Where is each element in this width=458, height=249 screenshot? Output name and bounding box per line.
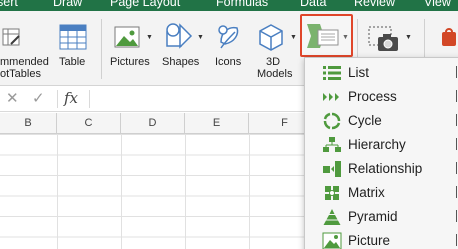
menu-item-label: Relationship <box>348 161 423 176</box>
column-header-e[interactable]: E <box>185 113 249 134</box>
pictures-label: Pictures <box>110 56 150 68</box>
screenshot-camera-icon <box>368 26 398 51</box>
relationship-icon <box>323 161 341 177</box>
hierarchy-icon <box>323 137 341 152</box>
menu-item-label: Hierarchy <box>348 137 406 152</box>
menu-item-pyramid[interactable]: Pyramid <box>305 205 458 229</box>
list-icon <box>323 66 341 80</box>
ribbon-tab-bar: sert Draw Page Layout Formulas Data Revi… <box>0 0 458 11</box>
icons-icon <box>218 25 239 49</box>
tab-data[interactable]: Data <box>300 0 326 9</box>
menu-item-cycle[interactable]: Cycle <box>305 109 458 133</box>
formula-bar-divider <box>57 90 58 108</box>
grid-column-line <box>57 134 58 249</box>
smartart-dropdown-menu: List Process Cycle Hierarchy Relationshi… <box>304 57 458 249</box>
menu-item-process[interactable]: Process <box>305 85 458 109</box>
smartart-highlight-box <box>300 14 353 57</box>
column-header-d[interactable]: D <box>121 113 185 134</box>
tab-insert[interactable]: sert <box>0 0 18 9</box>
column-header-b[interactable]: B <box>0 113 57 134</box>
shapes-icon <box>166 23 193 49</box>
formula-bar-divider <box>89 90 90 108</box>
screenshot-dropdown-caret[interactable]: ▼ <box>405 34 412 42</box>
recommended-label-line2: otTables <box>0 68 41 80</box>
menu-item-hierarchy[interactable]: Hierarchy <box>305 133 458 157</box>
tab-draw[interactable]: Draw <box>53 0 82 9</box>
pictures-dropdown-caret[interactable]: ▼ <box>146 34 153 42</box>
menu-item-list[interactable]: List <box>305 61 458 85</box>
process-icon <box>323 93 339 101</box>
grid-column-line <box>185 134 186 249</box>
picture-icon <box>322 232 342 249</box>
menu-item-relationship[interactable]: Relationship <box>305 157 458 181</box>
tab-review[interactable]: Review <box>354 0 395 9</box>
grid-column-line <box>121 134 122 249</box>
3d-cube-icon <box>259 24 283 51</box>
menu-item-label: Process <box>348 89 397 104</box>
column-header-c[interactable]: C <box>57 113 121 134</box>
tab-formulas[interactable]: Formulas <box>216 0 268 9</box>
grid-column-line <box>249 134 250 249</box>
shapes-label: Shapes <box>162 56 200 68</box>
shapes-dropdown-caret[interactable]: ▼ <box>197 34 204 42</box>
insert-function-button[interactable]: fx <box>64 89 78 107</box>
menu-item-label: List <box>348 65 370 80</box>
3d-models-dropdown-caret[interactable]: ▼ <box>290 34 297 42</box>
table-label: Table <box>59 56 86 68</box>
pyramid-icon <box>323 209 341 225</box>
office-addins-icon[interactable] <box>440 27 458 47</box>
menu-item-label: Picture <box>348 233 391 248</box>
menu-item-matrix[interactable]: Matrix <box>305 181 458 205</box>
menu-item-label: Matrix <box>348 185 385 200</box>
3d-models-label-line2: Models <box>257 68 293 80</box>
recommended-pivottables-icon <box>2 28 20 46</box>
tab-view[interactable]: View <box>424 0 451 9</box>
tab-page-layout[interactable]: Page Layout <box>110 0 180 9</box>
menu-item-label: Pyramid <box>348 209 398 224</box>
matrix-icon <box>325 186 339 200</box>
icons-label: Icons <box>215 56 242 68</box>
enter-check-icon[interactable]: ✓ <box>32 89 45 107</box>
table-icon <box>59 24 87 50</box>
cancel-icon[interactable]: ✕ <box>6 89 19 107</box>
ribbon-separator <box>101 19 102 79</box>
menu-item-picture[interactable]: Picture <box>305 229 458 249</box>
pictures-icon <box>114 26 140 48</box>
menu-item-label: Cycle <box>348 113 382 128</box>
cycle-icon <box>323 112 341 130</box>
